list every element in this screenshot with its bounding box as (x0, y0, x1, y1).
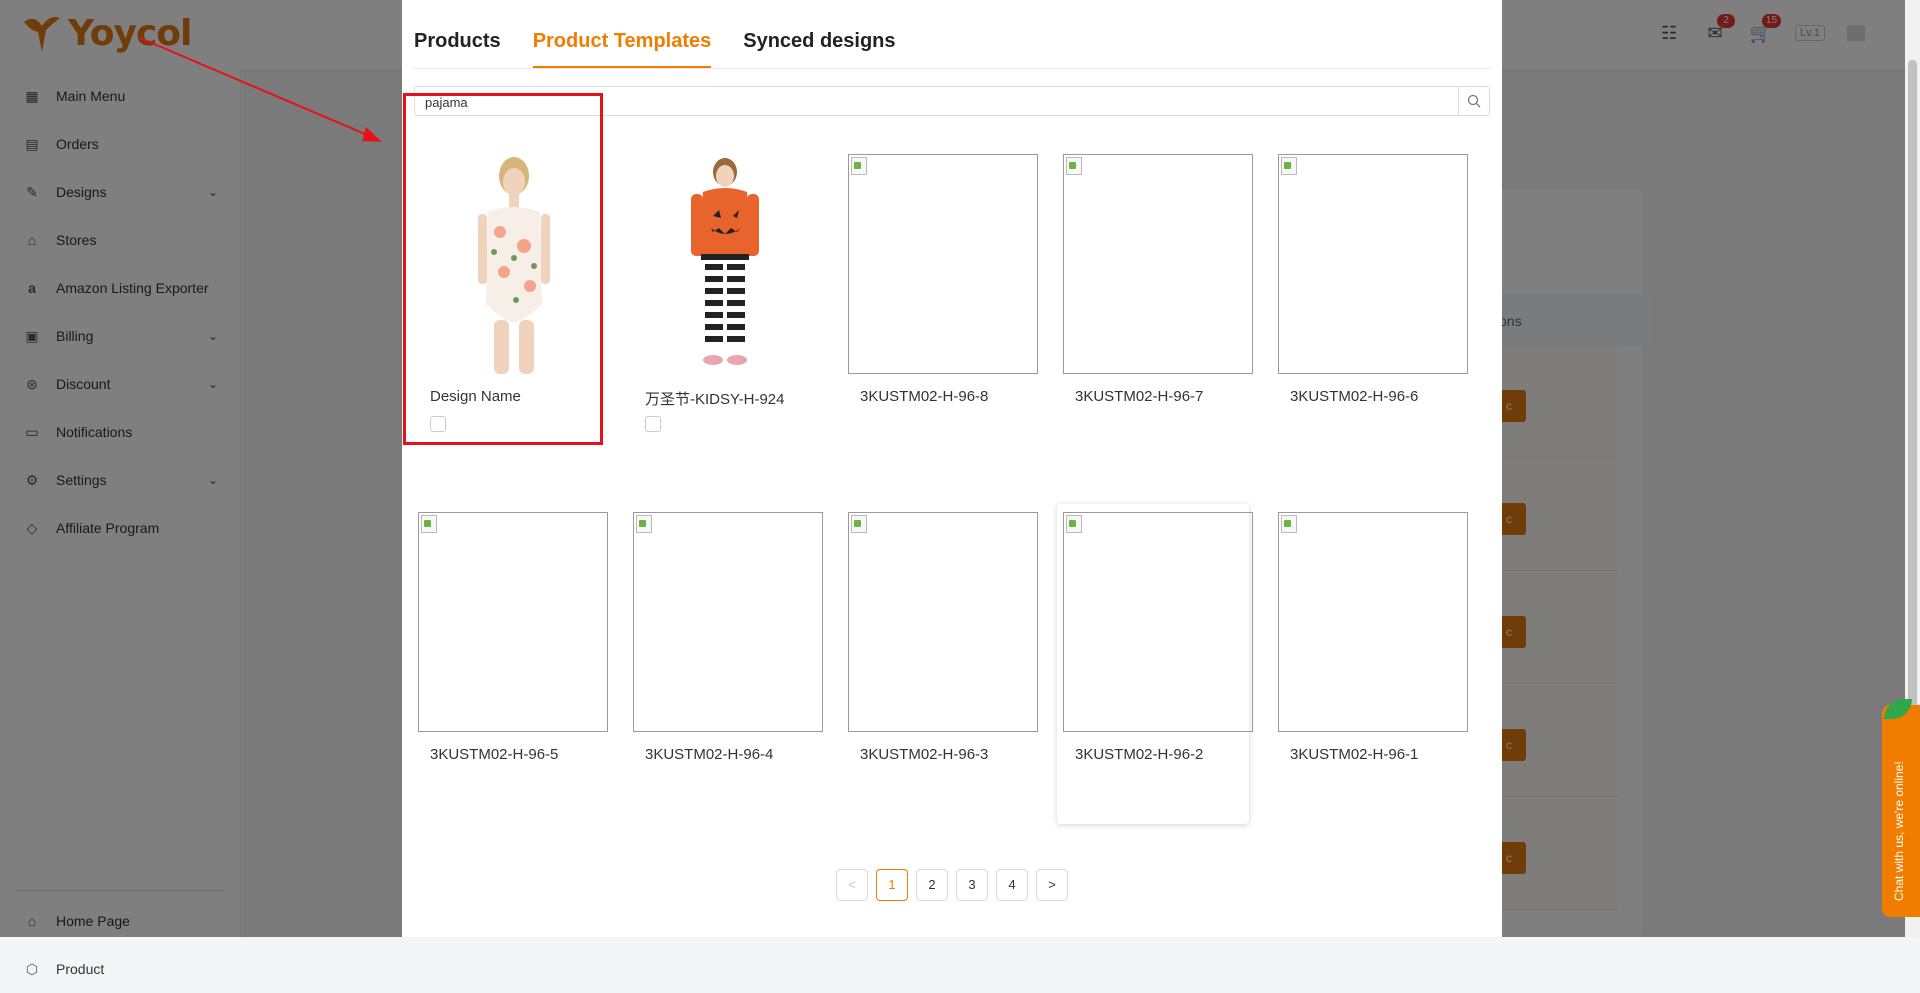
template-name: 3KUSTM02-H-96-6 (1290, 388, 1419, 405)
prev-page-button[interactable]: < (836, 869, 868, 901)
broken-image-icon (1278, 154, 1468, 374)
page-3-button[interactable]: 3 (956, 869, 988, 901)
annotation-highlight-box (403, 93, 603, 445)
template-card[interactable]: 3KUSTM02-H-96-3 (842, 504, 1038, 824)
pagination: < 1 2 3 4 > (836, 869, 1068, 901)
template-card[interactable]: 3KUSTM02-H-96-5 (412, 504, 608, 824)
broken-image-icon (1278, 512, 1468, 732)
modal-tabs: Products Product Templates Synced design… (414, 24, 1490, 69)
template-name: 3KUSTM02-H-96-1 (1290, 746, 1419, 763)
template-card[interactable]: 3KUSTM02-H-96-1 (1272, 504, 1468, 824)
broken-image-icon (848, 512, 1038, 732)
template-name: 3KUSTM02-H-96-2 (1075, 746, 1204, 763)
template-card[interactable]: 万圣节-KIDSY-H-924 (627, 146, 823, 466)
next-page-button[interactable]: > (1036, 869, 1068, 901)
broken-image-icon (1063, 154, 1253, 374)
broken-image-icon (418, 512, 608, 732)
tab-synced-designs[interactable]: Synced designs (743, 24, 895, 68)
template-name: 3KUSTM02-H-96-4 (645, 746, 774, 763)
kids-pajama-photo (633, 154, 823, 374)
scrollbar-thumb[interactable] (1908, 60, 1917, 710)
broken-image-icon (633, 512, 823, 732)
template-name: 万圣节-KIDSY-H-924 (645, 391, 785, 408)
page-1-button[interactable]: 1 (876, 869, 908, 901)
sidebar-item-product[interactable]: ⬡ Product (0, 945, 240, 993)
template-name: 3KUSTM02-H-96-7 (1075, 388, 1204, 405)
template-name: 3KUSTM02-H-96-3 (860, 746, 989, 763)
broken-image-icon (1063, 512, 1253, 732)
search-button[interactable] (1458, 87, 1489, 115)
template-card[interactable]: 3KUSTM02-H-96-8 (842, 146, 1038, 466)
page-4-button[interactable]: 4 (996, 869, 1028, 901)
template-card[interactable]: 3KUSTM02-H-96-6 (1272, 146, 1468, 466)
box-icon: ⬡ (25, 961, 39, 977)
template-card[interactable]: 3KUSTM02-H-96-2 (1057, 504, 1253, 824)
sidebar-item-label: Product (56, 961, 105, 977)
page-2-button[interactable]: 2 (916, 869, 948, 901)
tab-products[interactable]: Products (414, 24, 501, 68)
template-name: 3KUSTM02-H-96-5 (430, 746, 559, 763)
template-card[interactable]: 3KUSTM02-H-96-7 (1057, 146, 1253, 466)
chat-widget-label: Chat with us, we're online! (1892, 761, 1906, 901)
broken-image-icon (848, 154, 1038, 374)
tab-product-templates[interactable]: Product Templates (532, 24, 712, 68)
template-name: 3KUSTM02-H-96-8 (860, 388, 989, 405)
search-icon (1467, 94, 1481, 108)
chat-widget[interactable]: Chat with us, we're online! (1882, 699, 1920, 917)
template-card[interactable]: 3KUSTM02-H-96-4 (627, 504, 823, 824)
template-checkbox[interactable] (645, 416, 661, 432)
